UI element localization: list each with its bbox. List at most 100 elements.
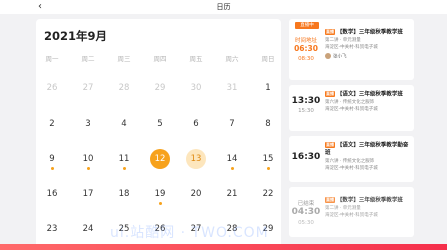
day-number: 18 bbox=[118, 189, 130, 199]
calendar-day[interactable]: 29 bbox=[142, 75, 178, 95]
calendar-day[interactable]: 28 bbox=[106, 75, 142, 95]
location: 海淀区-中关村-科贸电子城 bbox=[325, 107, 378, 112]
weekday-label: 周三 bbox=[117, 55, 131, 63]
calendar-day[interactable]: 24 bbox=[70, 216, 106, 236]
location: 海淀区-中关村-科贸电子城 bbox=[325, 213, 378, 218]
calendar-day[interactable]: 11 bbox=[106, 146, 142, 170]
calendar-day[interactable]: 20 bbox=[178, 181, 214, 201]
weekday-label: 周日 bbox=[261, 55, 275, 63]
location: 海淀区-中关村-科贸电子城 bbox=[325, 165, 378, 171]
day-number: 20 bbox=[190, 189, 202, 199]
weekday-label: 周六 bbox=[225, 55, 239, 63]
calendar-day[interactable]: 13 bbox=[178, 146, 214, 169]
calendar-day[interactable]: 22 bbox=[250, 181, 281, 201]
event-end-time: 08:30 bbox=[298, 56, 314, 62]
avatar bbox=[325, 53, 331, 59]
calendar-day[interactable]: 3 bbox=[70, 111, 106, 131]
calendar-day[interactable]: 29 bbox=[250, 216, 281, 236]
calendar-day[interactable]: 8 bbox=[250, 111, 281, 131]
event-start-time: 06:30 bbox=[294, 44, 318, 53]
day-number: 1 bbox=[265, 83, 271, 93]
calendar-day[interactable]: 15 bbox=[250, 146, 281, 170]
day-number: 27 bbox=[82, 83, 94, 93]
event-dot-icon bbox=[50, 167, 54, 170]
event-card[interactable]: 直播中 时间地址 06:30 08:30 直播 【数学】三年级秋季教学班 第二讲… bbox=[289, 19, 414, 80]
day-number: 31 bbox=[226, 83, 238, 93]
month-label[interactable]: 2021年9月 bbox=[44, 28, 107, 44]
day-number: 3 bbox=[85, 119, 91, 129]
course-tag: 直播 bbox=[325, 91, 335, 97]
day-number: 24 bbox=[82, 224, 94, 234]
day-number: 2 bbox=[49, 119, 55, 129]
weekday-label: 周四 bbox=[153, 55, 167, 63]
day-number: 26 bbox=[46, 83, 58, 93]
calendar-day[interactable]: 2 bbox=[36, 111, 70, 131]
event-info: 直播 【语文】三年级秋季教学班 第六讲 · 传统文化之服饰 海淀区-中关村-科贸… bbox=[325, 91, 410, 131]
course-title: 【语文】三年级秋季教学勤奋班 bbox=[325, 142, 409, 157]
event-start-time: 13:30 bbox=[291, 96, 321, 106]
calendar-day[interactable]: 17 bbox=[70, 181, 106, 201]
course-title: 【数学】三年级秋季教学班 bbox=[336, 197, 403, 204]
calendar-day[interactable]: 18 bbox=[106, 181, 142, 201]
calendar-day[interactable]: 4 bbox=[106, 111, 142, 131]
event-info: 直播 【语文】三年级秋季教学勤奋班 第六讲 · 传统文化之服饰 海淀区-中关村-… bbox=[325, 142, 410, 182]
event-dot-icon bbox=[122, 167, 126, 170]
calendar-day[interactable]: 6 bbox=[178, 111, 214, 131]
teacher: 张小飞 bbox=[325, 53, 410, 62]
course-title: 【语文】三年级秋季教学班 bbox=[336, 91, 403, 98]
day-number: 26 bbox=[154, 224, 166, 234]
calendar-day[interactable]: 10 bbox=[70, 146, 106, 170]
event-card[interactable]: 已结束 04:30 05:30 直播 【数学】三年级秋季教学班 第二讲 · 单元… bbox=[289, 187, 414, 237]
top-bar: ‹ 日历 bbox=[0, 0, 447, 14]
calendar-day[interactable]: 25 bbox=[106, 216, 142, 236]
calendar-day[interactable]: 28 bbox=[214, 216, 250, 236]
day-number: 11 bbox=[118, 154, 130, 164]
day-number: 27 bbox=[190, 224, 202, 234]
event-card[interactable]: 16:30 直播 【语文】三年级秋季教学勤奋班 第六讲 · 传统文化之服饰 海淀… bbox=[289, 136, 414, 182]
calendar-day[interactable]: 27 bbox=[70, 75, 106, 95]
day-number: 10 bbox=[82, 154, 94, 164]
event-dot-icon bbox=[230, 167, 234, 170]
calendar-day[interactable]: 27 bbox=[178, 216, 214, 236]
calendar-day[interactable]: 26 bbox=[142, 216, 178, 236]
calendar-day[interactable]: 26 bbox=[36, 75, 70, 95]
day-number: 8 bbox=[265, 119, 271, 129]
calendar-day[interactable]: 19 bbox=[142, 181, 178, 205]
calendar-day[interactable]: 23 bbox=[36, 216, 70, 236]
calendar-day[interactable]: 5 bbox=[142, 111, 178, 131]
day-number: 16 bbox=[46, 189, 58, 199]
event-start-time: 16:30 bbox=[291, 152, 321, 162]
event-end-time: 15:30 bbox=[298, 108, 314, 114]
calendar-day[interactable]: 21 bbox=[214, 181, 250, 201]
day-number: 21 bbox=[226, 189, 238, 199]
day-number: 15 bbox=[262, 154, 274, 164]
day-number: 25 bbox=[118, 224, 130, 234]
calendar-day[interactable]: 14 bbox=[214, 146, 250, 170]
event-time: 13:30 15:30 bbox=[289, 85, 323, 131]
day-number: 19 bbox=[154, 189, 166, 199]
day-number: 28 bbox=[118, 83, 130, 93]
event-card[interactable]: 13:30 15:30 直播 【语文】三年级秋季教学班 第六讲 · 传统文化之服… bbox=[289, 85, 414, 131]
calendar-day[interactable]: 1 bbox=[250, 75, 281, 95]
calendar-day[interactable]: 9 bbox=[36, 146, 70, 170]
calendar-day[interactable]: 31 bbox=[214, 75, 250, 95]
day-number: 4 bbox=[121, 119, 127, 129]
lesson-info: 第二讲 · 单元测量 bbox=[325, 206, 361, 211]
calendar-day[interactable]: 12 bbox=[142, 146, 178, 169]
event-time: 已结束 04:30 05:30 bbox=[289, 187, 323, 237]
event-start-time: 04:30 bbox=[291, 207, 321, 217]
day-number: 5 bbox=[157, 119, 163, 129]
day-number: 12 bbox=[150, 149, 170, 169]
bottom-accent-bar bbox=[0, 244, 447, 250]
calendar-day[interactable]: 7 bbox=[214, 111, 250, 131]
day-number: 17 bbox=[82, 189, 94, 199]
weekday-label: 周五 bbox=[189, 55, 203, 63]
calendar-day[interactable]: 16 bbox=[36, 181, 70, 201]
event-info: 直播 【数学】三年级秋季教学班 第二讲 · 单元测量 海淀区-中关村-科贸电子城 bbox=[325, 197, 410, 237]
day-number: 28 bbox=[226, 224, 238, 234]
event-info: 直播 【数学】三年级秋季教学班 第二讲 · 单元测量 海淀区-中关村-科贸电子城… bbox=[325, 29, 410, 80]
lesson-info: 第六讲 · 传统文化之服饰 bbox=[325, 158, 375, 164]
course-tag: 直播 bbox=[325, 142, 335, 148]
calendar-day[interactable]: 30 bbox=[178, 75, 214, 95]
weekday-header: 周一 周二 周三 周四 周五 周六 周日 bbox=[36, 53, 281, 63]
